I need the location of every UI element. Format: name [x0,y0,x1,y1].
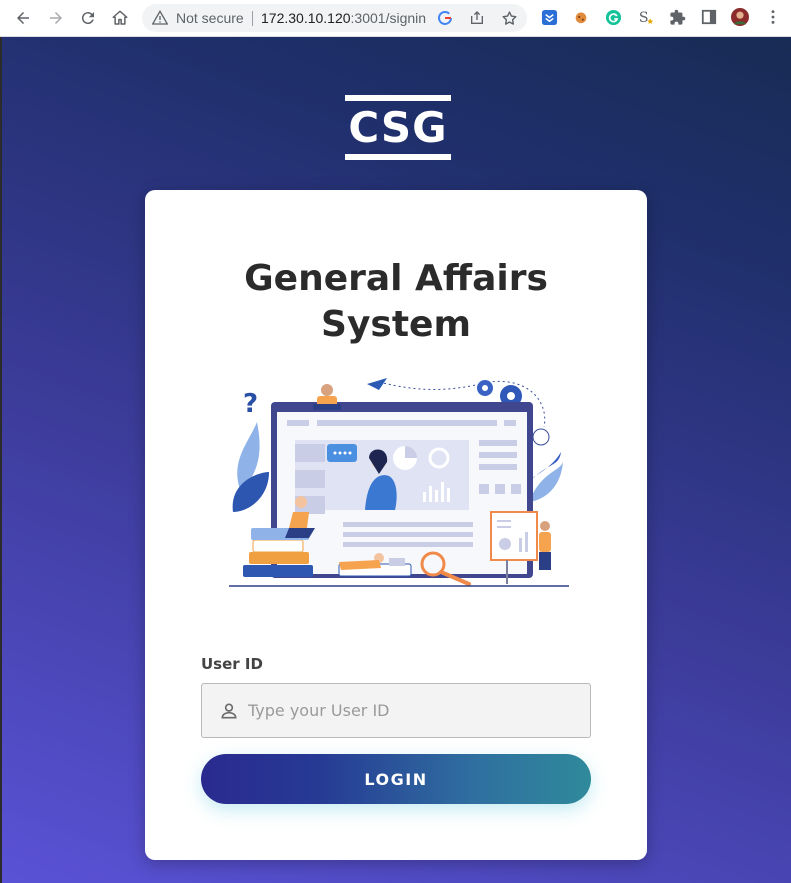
url-text[interactable]: 172.30.10.120:3001/signin [261,10,431,26]
extension-cookie-icon[interactable] [572,8,590,26]
back-button[interactable] [11,6,35,30]
share-icon[interactable] [468,9,486,27]
user-id-label: User ID [201,655,263,673]
star-bookmark-icon[interactable] [500,9,518,27]
reload-icon [81,12,94,25]
arrow-right-icon [50,12,62,24]
warning-triangle-icon[interactable] [152,10,168,26]
chat-bubble-icon [327,444,357,462]
arrow-left-icon [17,12,29,24]
logo-top-bar [345,95,451,101]
title-line-2: System [321,304,471,345]
url-host: 172.30.10.120 [261,10,351,26]
google-lens-icon[interactable] [436,9,454,27]
grammarly-icon[interactable] [604,8,622,26]
svg-text:S: S [638,10,648,26]
user-id-input[interactable] [248,684,578,737]
home-icon [112,10,128,25]
question-mark-icon: ? [243,389,258,419]
csg-logo: CSG [343,95,451,160]
page-title: General Affairs System [145,256,647,348]
login-card: General Affairs System ? User ID Type yo… [145,190,647,860]
extension-save-icon[interactable] [540,8,558,26]
logo-bottom-bar [345,154,451,160]
more-menu-icon[interactable] [764,8,782,26]
extension-s-star-icon[interactable]: S [636,8,654,26]
title-line-1: General Affairs [244,258,548,299]
browser-toolbar: Not secure 172.30.10.120:3001/signin S [0,0,791,37]
security-status[interactable]: Not secure [176,10,244,26]
chart-board [490,511,538,561]
book-stack [249,552,309,564]
logo-text: CSG [348,103,448,152]
forward-button[interactable] [44,6,68,30]
url-path: :3001/signin [350,10,427,26]
loop-circle [532,428,550,446]
login-button[interactable]: LOGIN [201,754,591,804]
reload-button[interactable] [76,6,100,30]
address-bar[interactable]: Not secure 172.30.10.120:3001/signin [142,4,527,32]
home-button[interactable] [108,6,132,30]
paper-plane-icon [367,378,387,390]
user-icon [221,703,237,719]
side-panel-icon[interactable] [700,8,718,26]
dashboard-illustration: ? [229,378,569,587]
user-id-field[interactable] [201,683,591,738]
profile-avatar[interactable] [731,8,749,26]
signin-page: CSG General Affairs System ? User ID Typ… [0,37,791,883]
address-divider [252,11,253,26]
extensions-puzzle-icon[interactable] [668,8,686,26]
